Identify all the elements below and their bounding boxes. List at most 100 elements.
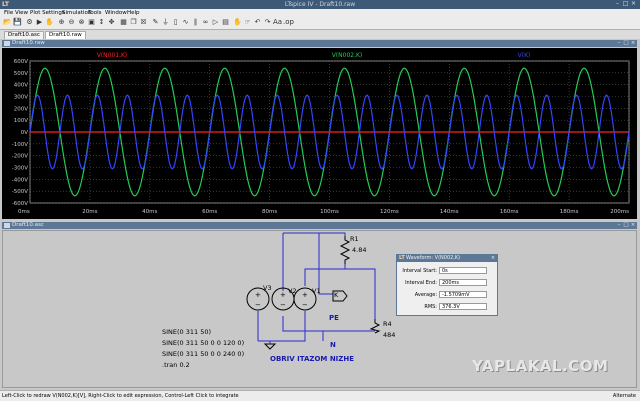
v3-ref-label: V3 (263, 284, 272, 292)
autorange-icon[interactable]: ↕ (97, 18, 106, 27)
interval-start-field[interactable]: 0s (439, 267, 487, 274)
save-icon[interactable]: 💾 (13, 18, 22, 27)
resistor-icon[interactable]: ∿ (181, 18, 190, 27)
capacitor-icon[interactable]: ∥ (191, 18, 200, 27)
source-spec-v3[interactable]: SINE(0 311 50 0 0 240 0) (162, 350, 244, 358)
diode-icon[interactable]: ▷ (211, 18, 220, 27)
menu-help[interactable]: Help (127, 10, 140, 16)
waveform-plot[interactable]: 600V 500V 400V 300V 200V 100V 0V -100V -200V -300… (2, 48, 637, 219)
status-bar: Left-Click to redraw V(N002,K)[V], Right… (0, 390, 640, 401)
y-tick-label: 600V (14, 59, 28, 65)
v2-ref-label: V2 (288, 287, 297, 295)
x-tick-label: 0ms (18, 209, 30, 215)
document-tabs: Draft10.asc Draft10.raw (0, 30, 640, 39)
x-tick-label: 180ms (560, 209, 579, 215)
x-tick-label: 100ms (320, 209, 339, 215)
tab-draft10-asc[interactable]: Draft10.asc (4, 31, 44, 39)
tab-draft10-raw[interactable]: Draft10.raw (45, 31, 86, 39)
ground-icon[interactable]: ⏚ (161, 18, 170, 27)
label-icon[interactable]: ▯ (171, 18, 180, 27)
zoom-area-icon[interactable]: ⊗ (77, 18, 86, 27)
tran-directive[interactable]: .tran 0.2 (162, 361, 190, 369)
drag-icon[interactable]: ☞ (243, 18, 252, 27)
source-spec-v2[interactable]: SINE(0 311 50 0 0 120 0) (162, 339, 244, 347)
legend-label: V(K) (518, 52, 531, 59)
source-spec-v1[interactable]: SINE(0 311 50) (162, 328, 211, 336)
svg-text:−: − (302, 301, 308, 309)
svg-text:−: − (255, 301, 261, 309)
open-icon[interactable]: 📂 (3, 18, 12, 27)
undo-icon[interactable]: ↶ (253, 18, 262, 27)
minimize-icon[interactable]: – (616, 222, 622, 229)
v1-ref-label: V1 (312, 287, 321, 295)
maximize-icon[interactable]: □ (623, 40, 629, 47)
y-tick-label: -400V (12, 177, 28, 183)
cascade-icon[interactable]: ❐ (129, 18, 138, 27)
component-icon[interactable]: ▤ (221, 18, 230, 27)
rms-value: 376.3V (439, 303, 487, 310)
menu-simulation[interactable]: Simulation (62, 10, 91, 16)
close-icon[interactable]: × (630, 222, 636, 229)
schematic-comment[interactable]: OBRIV ITAZOM NIZHE (270, 355, 354, 363)
average-value: -1.5709mV (439, 291, 487, 298)
pan-icon[interactable]: ✥ (107, 18, 116, 27)
menu-window[interactable]: Window (105, 10, 127, 16)
zoom-out-icon[interactable]: ⊖ (67, 18, 76, 27)
x-tick-label: 120ms (380, 209, 399, 215)
spice-directive-icon[interactable]: .op (283, 18, 294, 27)
settings-icon[interactable]: ⚙ (25, 18, 34, 27)
x-tick-label: 160ms (500, 209, 519, 215)
menu-view[interactable]: View (15, 10, 28, 16)
waveform-chart[interactable]: 600V 500V 400V 300V 200V 100V 0V -100V -200V -300… (2, 48, 637, 219)
move-icon[interactable]: ✋ (233, 18, 242, 27)
r1-resistor[interactable] (339, 236, 351, 264)
ltspice-logo-icon: LT (399, 255, 405, 261)
waveform-dialog: LT Waveform: V(N002,K) × Interval Start:… (396, 254, 498, 316)
net-label-n: N (330, 341, 336, 349)
net-label-k: K (334, 291, 339, 299)
window-title: LTspice IV - Draft10.raw (284, 1, 356, 8)
maximize-icon[interactable]: □ (623, 222, 629, 229)
interval-end-field[interactable]: 200ms (439, 279, 487, 286)
x-tick-label: 40ms (142, 209, 157, 215)
minimize-icon[interactable]: – (616, 40, 622, 47)
menu-plot-settings[interactable]: Plot Settings (30, 10, 65, 16)
y-tick-label: 500V (14, 71, 28, 77)
redo-icon[interactable]: ↷ (263, 18, 272, 27)
status-mode: Alternate (612, 393, 636, 399)
minimize-icon[interactable]: – (614, 1, 621, 7)
halt-icon[interactable]: ✋ (45, 18, 54, 27)
wire-icon[interactable]: ✎ (151, 18, 160, 27)
status-text: Left-Click to redraw V(N002,K)[V], Right… (2, 393, 239, 399)
y-tick-label: 100V (14, 118, 28, 124)
window-icon (4, 41, 10, 46)
zoom-fit-icon[interactable]: ▣ (87, 18, 96, 27)
ground-symbol[interactable] (263, 343, 277, 350)
maximize-icon[interactable]: □ (622, 1, 629, 7)
close-icon[interactable]: × (630, 1, 637, 7)
text-icon[interactable]: Aa (273, 18, 282, 27)
y-tick-label: 0V (21, 130, 28, 136)
x-tick-label: 140ms (440, 209, 459, 215)
inductor-icon[interactable]: ∞ (201, 18, 210, 27)
zoom-in-icon[interactable]: ⊕ (57, 18, 66, 27)
close-icon[interactable]: × (630, 40, 636, 47)
title-bar: LT LTspice IV - Draft10.raw – □ × (0, 0, 640, 9)
run-icon[interactable]: ▶ (35, 18, 44, 27)
r4-ref-label: R4 (383, 320, 392, 328)
waveform-dialog-title: Waveform: V(N002,K) (406, 255, 461, 261)
rms-label: RMS: (424, 304, 437, 310)
average-label: Average: (414, 292, 437, 298)
close-icon[interactable]: × (490, 255, 496, 262)
y-tick-label: -300V (12, 166, 28, 172)
menu-tools[interactable]: Tools (88, 10, 102, 16)
watermark: YAPLAKAL.COM (472, 357, 609, 375)
menu-file[interactable]: File (4, 10, 13, 16)
y-tick-label: 400V (14, 83, 28, 89)
toolbar: 📂 💾 ⚙ ▶ ✋ ⊕ ⊖ ⊗ ▣ ↕ ✥ ▦ ❐ ☒ ✎ ⏚ ▯ ∿ ∥ ∞ … (0, 17, 640, 30)
tile-icon[interactable]: ▦ (119, 18, 128, 27)
x-tick-label: 80ms (262, 209, 277, 215)
y-tick-label: -100V (12, 142, 28, 148)
y-tick-label: 200V (14, 106, 28, 112)
close-window-icon[interactable]: ☒ (139, 18, 148, 27)
